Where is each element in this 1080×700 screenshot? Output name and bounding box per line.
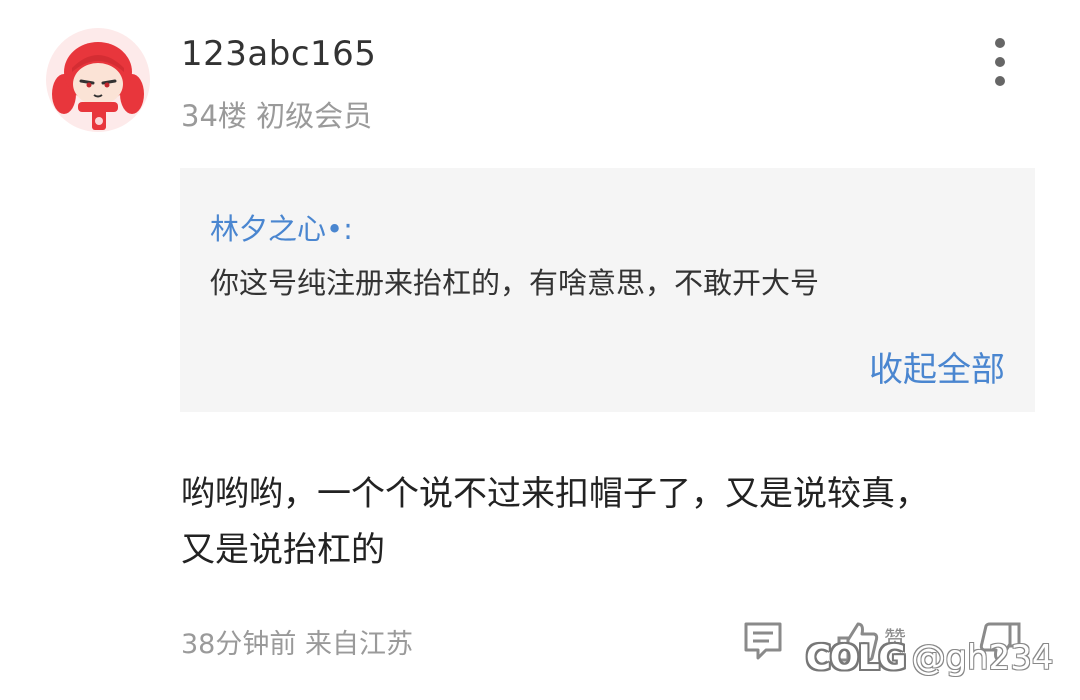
- more-vertical-icon[interactable]: [980, 38, 1020, 86]
- comment-icon[interactable]: [742, 620, 784, 664]
- quote-author-link[interactable]: 林夕之心•:: [210, 206, 353, 248]
- username[interactable]: 123abc165: [181, 34, 376, 74]
- quoted-reply: 林夕之心•: 你这号纯注册来抬杠的，有啥意思，不敢开大号 收起全部: [180, 168, 1035, 412]
- like-label: 赞: [884, 628, 907, 653]
- avatar-image: [52, 42, 144, 130]
- thumbs-up-icon[interactable]: [836, 618, 880, 664]
- post-body-line: 哟哟哟，一个个说不过来扣帽子了，又是说较真，: [181, 474, 929, 514]
- post-timestamp-location: 38分钟前 来自江苏: [181, 629, 413, 660]
- floor-and-level: 34楼 初级会员: [181, 99, 373, 133]
- avatar[interactable]: [46, 28, 150, 132]
- post-body: 哟哟哟，一个个说不过来扣帽子了，又是说较真， 又是说抬杠的: [181, 466, 1041, 578]
- quote-text: 你这号纯注册来抬杠的，有啥意思，不敢开大号: [210, 266, 820, 300]
- thumbs-down-icon[interactable]: [978, 620, 1022, 666]
- post-body-line: 又是说抬杠的: [181, 530, 385, 570]
- collapse-all-button[interactable]: 收起全部: [869, 342, 1005, 391]
